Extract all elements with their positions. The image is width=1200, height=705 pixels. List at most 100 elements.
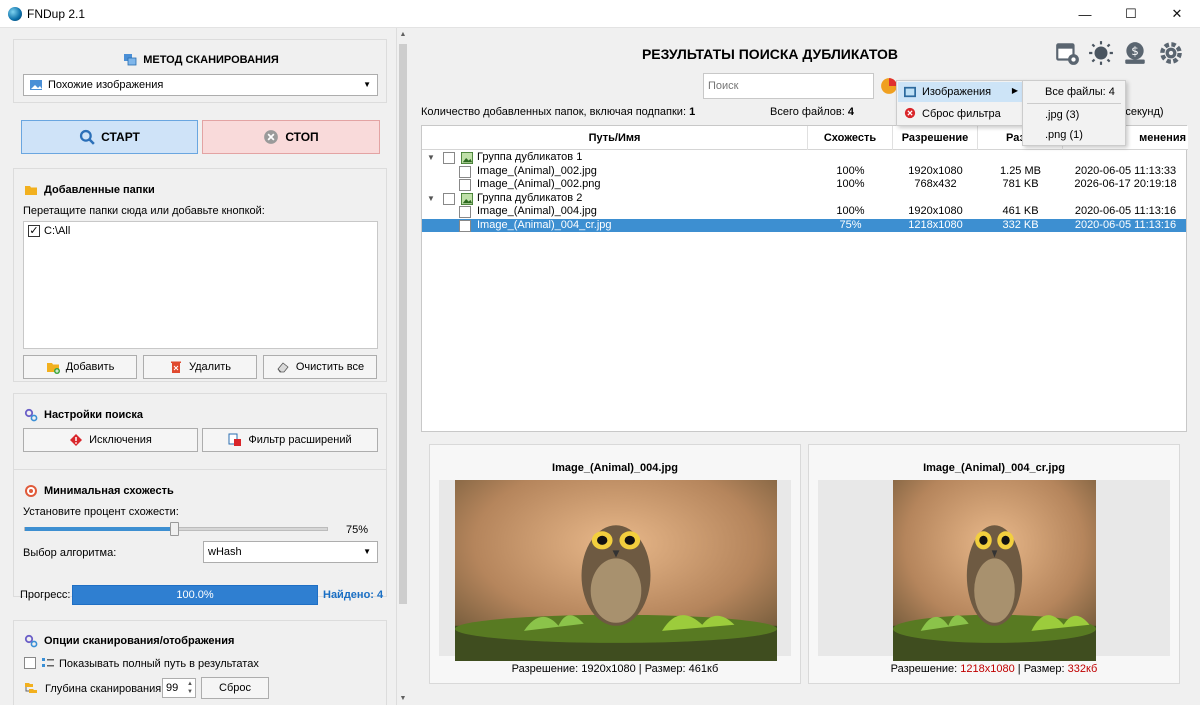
window-title: FNDup 2.1 [27, 7, 86, 21]
scrollbar-thumb[interactable] [399, 44, 407, 604]
left-scrollbar[interactable]: ▲ ▼ [396, 28, 408, 705]
results-title: РЕЗУЛЬТАТЫ ПОИСКА ДУБЛИКАТОВ [641, 46, 899, 62]
file-name: Image_(Animal)_002.png [477, 178, 601, 190]
menu-item-reset-filter[interactable]: Сброс фильтра [898, 104, 1022, 124]
menu-item-images[interactable]: Изображения ▶ [898, 82, 1022, 102]
similarity-slider-track[interactable] [24, 522, 328, 536]
options-title: Опции сканирования/отображения [24, 634, 234, 648]
similarity-title: Минимальная схожесть [24, 484, 174, 498]
collapse-arrow-icon[interactable]: ▼ [427, 192, 435, 206]
row-checkbox[interactable] [459, 206, 471, 218]
group-checkbox[interactable] [443, 152, 455, 164]
chevron-right-icon: ▶ [1011, 86, 1018, 95]
folders-panel: Добавленные папки Перетащите папки сюда … [13, 168, 387, 382]
add-folder-button[interactable]: Добавить [23, 355, 137, 379]
depth-stepper[interactable]: 99 ▲ ▼ [162, 678, 196, 698]
folders-title: Добавленные папки [24, 183, 155, 197]
delete-folder-button[interactable]: Удалить [143, 355, 257, 379]
copy-images-icon [124, 54, 137, 66]
reset-depth-button[interactable]: Сброс [201, 677, 269, 699]
clear-folders-button[interactable]: Очистить все [263, 355, 377, 379]
table-row[interactable]: Image_(Animal)_002.jpg 100% 1920x1080 1.… [422, 165, 1186, 179]
settings-gears-icon [24, 634, 38, 648]
submenu-all-files[interactable]: Все файлы: 4 [1045, 86, 1115, 98]
exclusions-button[interactable]: Исключения [23, 428, 198, 452]
start-button[interactable]: СТАРТ [21, 120, 198, 154]
results-table[interactable]: Путь/Имя Схожесть Разрешение Разм менени… [421, 125, 1188, 432]
group-image-icon [461, 192, 473, 205]
table-row[interactable]: Image_(Animal)_004.jpg 100% 1920x1080 46… [422, 205, 1186, 219]
col-path[interactable]: Путь/Имя [422, 126, 808, 150]
chevron-down-icon: ▼ [363, 80, 371, 89]
scan-method-value: Похожие изображения [48, 79, 164, 91]
submenu-png[interactable]: .png (1) [1045, 129, 1083, 141]
close-button[interactable]: ✕ [1154, 0, 1200, 28]
app-window: FNDup 2.1 — ☐ ✕ МЕТОД СКАНИРОВАНИЯ Похож… [0, 0, 1200, 705]
search-input[interactable] [703, 73, 874, 99]
list-path-icon [42, 658, 54, 667]
scroll-down-icon[interactable]: ▼ [399, 695, 407, 702]
preview-left: Image_(Animal)_004.jpg Разрешение: 1920x… [429, 444, 801, 684]
fullpath-checkbox[interactable] [24, 657, 36, 669]
row-checkbox[interactable] [459, 219, 471, 232]
preview-left-info: Разрешение: 1920x1080 | Размер: 461кб [511, 663, 719, 675]
file-resolution: 1920x1080 [908, 164, 963, 177]
folder-checkbox[interactable]: ✓ [28, 225, 40, 237]
scan-method-dropdown[interactable]: Похожие изображения ▼ [23, 74, 378, 96]
gear-icon[interactable] [1158, 40, 1184, 66]
eraser-icon [277, 362, 289, 373]
progress-bar: 100.0% [72, 585, 318, 605]
row-checkbox[interactable] [459, 179, 471, 191]
owl-image-cropped [893, 480, 1096, 661]
row-checkbox[interactable] [459, 165, 471, 178]
folder-tree-icon [25, 683, 37, 693]
chevron-down-icon: ▼ [363, 547, 371, 556]
col-similarity[interactable]: Схожесть [808, 126, 893, 150]
algorithm-dropdown[interactable]: wHash ▼ [203, 541, 378, 563]
target-icon [25, 485, 37, 497]
warning-icon [70, 434, 83, 446]
extension-filter-button[interactable]: Фильтр расширений [202, 428, 378, 452]
preview-left-title: Image_(Animal)_004.jpg [552, 462, 678, 474]
file-date: 2026-06-17 20:19:18 [1074, 178, 1177, 190]
total-files-text: Всего файлов: 4 [770, 106, 854, 118]
donate-icon[interactable]: $ [1122, 40, 1148, 66]
progress-value: 100.0% [176, 589, 214, 601]
group-row[interactable]: ▼ Группа дубликатов 1 [422, 151, 1186, 165]
similarity-slider-fill [25, 527, 175, 531]
similarity-label: Установите процент схожести: [23, 506, 179, 518]
calendar-settings-icon[interactable] [1054, 40, 1080, 66]
delete-icon [171, 361, 181, 373]
preview-right-info: Разрешение: 1218x1080 | Размер: 332кб [890, 663, 1098, 675]
file-size: 461 KB [1002, 205, 1039, 217]
table-row[interactable]: Image_(Animal)_002.png 100% 768x432 781 … [422, 178, 1186, 192]
stepper-arrows-icon[interactable]: ▲ ▼ [187, 680, 193, 696]
title-bar: FNDup 2.1 — ☐ ✕ [0, 0, 1200, 28]
minimize-button[interactable]: — [1062, 0, 1108, 28]
group-row[interactable]: ▼ Группа дубликатов 2 [422, 192, 1186, 206]
file-date: 2020-06-05 11:13:33 [1074, 164, 1177, 177]
scan-method-panel: МЕТОД СКАНИРОВАНИЯ Похожие изображения ▼ [13, 39, 387, 103]
cancel-circle-icon [264, 130, 279, 144]
folder-item[interactable]: ✓ C:\All [28, 225, 70, 237]
file-date: 2020-06-05 11:13:16 [1074, 218, 1177, 231]
scroll-up-icon[interactable]: ▲ [399, 31, 407, 38]
similarity-slider-thumb[interactable] [170, 522, 180, 536]
algorithm-label: Выбор алгоритма: [23, 547, 117, 559]
file-size: 332 KB [1002, 218, 1039, 231]
submenu-jpg[interactable]: .jpg (3) [1045, 109, 1079, 121]
group-name: Группа дубликатов 2 [477, 191, 583, 204]
preview-right-frame [818, 480, 1170, 661]
collapse-arrow-icon[interactable]: ▼ [427, 151, 435, 165]
left-sidebar: МЕТОД СКАНИРОВАНИЯ Похожие изображения ▼… [0, 28, 396, 705]
folders-list[interactable]: ✓ C:\All [23, 221, 378, 349]
preview-left-frame [439, 480, 791, 661]
stop-button[interactable]: СТОП [202, 120, 380, 154]
maximize-button[interactable]: ☐ [1108, 0, 1154, 28]
col-resolution[interactable]: Разрешение [893, 126, 978, 150]
table-row-selected[interactable]: Image_(Animal)_004_cr.jpg 75% 1218x1080 … [422, 218, 1186, 232]
filter-menu: Изображения ▶ Сброс фильтра [896, 80, 1024, 126]
group-checkbox[interactable] [443, 192, 455, 205]
file-name: Image_(Animal)_004.jpg [477, 205, 597, 217]
theme-sun-icon[interactable] [1088, 40, 1114, 66]
